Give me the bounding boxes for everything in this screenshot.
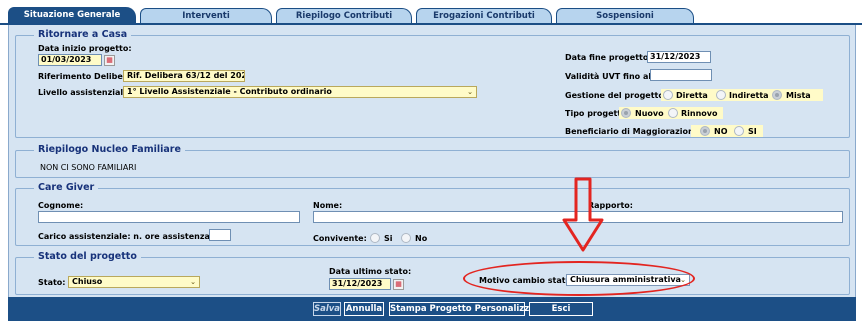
care-giver-section: Care Giver Cognome: Nome: Rapporto: Cari… [15,182,850,246]
nucleo-familiare-section: Riepilogo Nucleo Familiare NON CI SONO F… [15,144,850,178]
nome-label: Nome: [313,201,343,210]
bottom-button-bar: Salva Annulla Stampa Progetto Personaliz… [0,297,862,328]
riferimento-delibera-select[interactable]: Rif. Delibera 63/12 del 2020 ⌄ [123,70,245,82]
validita-uvt-label: Validità UVT fino al: [565,72,655,81]
tab-sospensioni[interactable]: Sospensioni [556,8,694,24]
tab-interventi[interactable]: Interventi [140,8,272,24]
convivente-si-radio[interactable] [370,233,380,243]
gestione-diretta-label: Diretta [676,91,708,100]
gestione-progetto-label: Gestione del progetto: [565,91,668,100]
convivente-si-label: Si [384,234,393,243]
chevron-down-icon: ⌄ [235,72,241,80]
gestione-diretta-radio[interactable] [663,90,673,100]
riferimento-delibera-label: Riferimento Delibera: [38,72,136,81]
stato-value: Chiuso [72,277,103,286]
beneficiario-si-radio[interactable] [734,126,744,136]
chevron-down-icon: ⌄ [190,278,196,286]
data-ultimo-stato-input[interactable]: 31/12/2023 [329,278,391,290]
highlight-ellipse [463,261,695,296]
calendar-icon[interactable]: ▦ [104,55,115,66]
button-strip: Salva Annulla Stampa Progetto Personaliz… [8,297,856,321]
annulla-button[interactable]: Annulla [344,302,384,316]
gestione-indiretta-radio[interactable] [716,90,726,100]
ritornare-a-casa-section: Ritornare a Casa Data inizio progetto: 0… [15,29,850,138]
section-title-care-giver: Care Giver [34,182,99,193]
beneficiario-no-label: NO [714,127,728,136]
gestione-indiretta-label: Indiretta [729,91,769,100]
tab-riepilogo-contributi[interactable]: Riepilogo Contributi [276,8,412,24]
riferimento-delibera-value: Rif. Delibera 63/12 del 2020 [127,71,245,80]
tipo-nuovo-label: Nuovo [635,109,664,118]
beneficiario-no-radio[interactable] [700,126,710,136]
carico-assistenziale-label: Carico assistenziale: n. ore assistenza: [38,232,214,241]
stato-label: Stato: [38,278,66,287]
calendar-icon[interactable]: ▦ [393,279,404,290]
cognome-label: Cognome: [38,201,84,210]
data-fine-label: Data fine progetto: [565,53,652,62]
livello-assistenziale-select[interactable]: 1° Livello Assistenziale - Contributo or… [123,86,477,98]
validita-uvt-input[interactable] [650,69,712,81]
data-ultimo-stato-label: Data ultimo stato: [329,267,412,276]
tab-bar: Situazione Generale Interventi Riepilogo… [0,0,862,25]
section-title-ritornare: Ritornare a Casa [34,29,132,40]
section-title-stato: Stato del progetto [34,251,141,262]
red-down-arrow-icon [562,177,604,252]
gestione-mista-radio[interactable] [772,90,782,100]
stampa-progetto-button[interactable]: Stampa Progetto Personalizzato [389,302,545,316]
convivente-no-radio[interactable] [401,233,411,243]
data-fine-input[interactable]: 31/12/2023 [647,51,711,63]
cognome-input[interactable] [38,211,300,223]
livello-assistenziale-label: Livello assistenziale: [38,88,132,97]
livello-assistenziale-value: 1° Livello Assistenziale - Contributo or… [127,87,332,96]
carico-assistenziale-input[interactable] [209,229,231,241]
tipo-nuovo-radio[interactable] [621,108,631,118]
data-inizio-input[interactable]: 01/03/2023 [38,54,102,66]
convivente-label: Convivente: [313,234,367,243]
salva-button[interactable]: Salva [313,302,341,316]
section-title-nucleo: Riepilogo Nucleo Familiare [34,144,185,155]
tipo-rinnovo-label: Rinnovo [681,109,718,118]
convivente-no-label: No [415,234,428,243]
tab-erogazioni-contributi[interactable]: Erogazioni Contributi [416,8,552,24]
nucleo-empty-text: NON CI SONO FAMILIARI [40,163,137,172]
data-inizio-label: Data inizio progetto: [38,44,132,53]
beneficiario-label: Beneficiario di Maggiorazione: [565,127,703,136]
gestione-mista-label: Mista [786,91,811,100]
chevron-down-icon: ⌄ [467,88,473,96]
esci-button[interactable]: Esci [529,302,593,316]
stato-select[interactable]: Chiuso ⌄ [68,276,200,288]
stato-progetto-section: Stato del progetto Stato: Chiuso ⌄ Data … [15,251,850,295]
beneficiario-si-label: SI [748,127,757,136]
tipo-rinnovo-radio[interactable] [668,108,678,118]
main-panel: Ritornare a Casa Data inizio progetto: 0… [8,25,856,297]
